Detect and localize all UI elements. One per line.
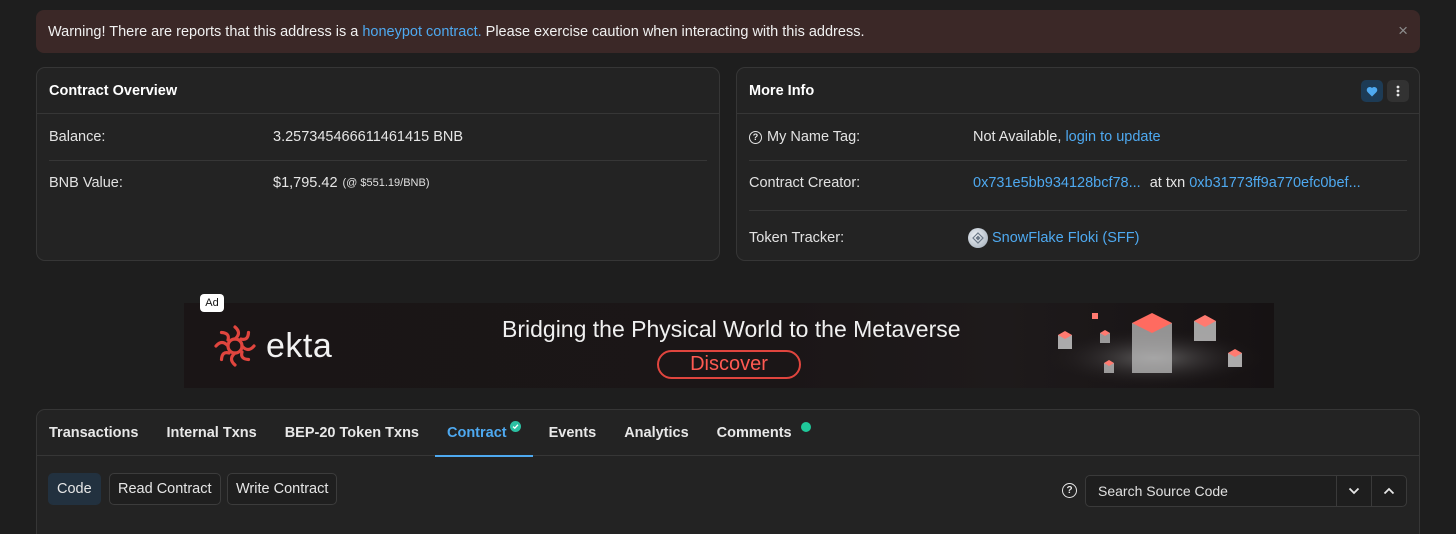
heart-icon — [1366, 86, 1378, 96]
tab-analytics[interactable]: Analytics — [612, 410, 700, 456]
chevron-up-icon — [1383, 487, 1395, 495]
metaverse-cubes-illustration — [1044, 313, 1264, 388]
more-info-card: More Info ? My Name Tag: Not Available, … — [736, 67, 1420, 261]
ad-headline: Bridging the Physical World to the Metav… — [502, 316, 961, 342]
new-comment-dot — [800, 422, 811, 432]
tab-comments[interactable]: Comments — [705, 410, 823, 456]
ekta-logo-icon — [214, 325, 256, 367]
search-previous-button[interactable] — [1371, 476, 1406, 506]
search-source-code — [1085, 475, 1407, 507]
name-tag-label: My Name Tag: — [767, 129, 861, 145]
address-tabs-card: Transactions Internal Txns BEP-20 Token … — [36, 409, 1420, 534]
bnb-value-amount: $1,795.42 — [273, 175, 338, 191]
contract-creator-label: Contract Creator: — [749, 175, 861, 191]
verified-check-icon — [509, 420, 521, 432]
bnb-value-label: BNB Value: — [49, 175, 123, 191]
question-icon[interactable]: ? — [749, 130, 762, 144]
tab-transactions[interactable]: Transactions — [37, 410, 150, 456]
divider — [749, 210, 1407, 211]
token-tracker-value: SnowFlake Floki (SFF) — [968, 228, 1139, 248]
contract-overview-title: Contract Overview — [37, 68, 719, 114]
ad-badge: Ad — [200, 294, 224, 312]
more-info-title: More Info — [737, 68, 1419, 114]
name-tag-label-wrap: ? My Name Tag: — [749, 129, 860, 145]
bnb-rate: (@ $551.19/BNB) — [342, 177, 430, 189]
more-options-button[interactable] — [1387, 80, 1409, 102]
search-help-icon[interactable]: ? — [1062, 483, 1077, 498]
tab-internal-txns[interactable]: Internal Txns — [154, 410, 268, 456]
warning-text: Warning! There are reports that this add… — [48, 23, 865, 40]
search-next-button[interactable] — [1336, 476, 1371, 506]
name-tag-value: Not Available, login to update — [973, 129, 1161, 145]
balance-value: 3.257345466611461415 BNB — [273, 129, 464, 145]
chevron-down-icon — [1348, 487, 1360, 495]
kebab-menu-icon — [1396, 85, 1400, 97]
search-source-code-input[interactable] — [1086, 476, 1336, 506]
favorite-button[interactable] — [1361, 80, 1383, 102]
close-icon[interactable]: × — [1398, 22, 1408, 39]
divider — [49, 160, 707, 161]
token-tracker-link[interactable]: SnowFlake Floki (SFF) — [992, 230, 1139, 246]
tab-contract[interactable]: Contract — [435, 410, 533, 457]
divider — [749, 160, 1407, 161]
honeypot-contract-link[interactable]: honeypot contract. — [362, 24, 481, 40]
discover-button[interactable]: Discover — [657, 350, 801, 379]
token-tracker-label: Token Tracker: — [749, 230, 845, 246]
balance-row: Balance: 3.257345466611461415 BNB — [49, 126, 707, 148]
read-contract-button[interactable]: Read Contract — [109, 473, 221, 505]
creator-txn-link[interactable]: 0xb31773ff9a770efc0bef... — [1189, 175, 1360, 191]
honeypot-warning-banner: Warning! There are reports that this add… — [36, 10, 1420, 53]
ekta-brand-text: ekta — [266, 326, 333, 365]
tab-bar: Transactions Internal Txns BEP-20 Token … — [37, 410, 1419, 457]
creator-address-link[interactable]: 0x731e5bb934128bcf78... — [973, 175, 1141, 191]
contract-creator-row: Contract Creator: 0x731e5bb934128bcf78..… — [749, 172, 1407, 194]
balance-label: Balance: — [49, 129, 106, 145]
ekta-logo: ekta — [212, 323, 332, 369]
name-tag-row: ? My Name Tag: Not Available, login to u… — [749, 126, 1407, 148]
at-txn-text: at txn — [1149, 175, 1186, 191]
contract-overview-card: Contract Overview Balance: 3.25734546661… — [36, 67, 720, 261]
tab-bep20-token-txns[interactable]: BEP-20 Token Txns — [273, 410, 431, 456]
ekta-ad-banner[interactable]: ekta Bridging the Physical World to the … — [184, 303, 1274, 388]
tab-events[interactable]: Events — [537, 410, 609, 456]
token-tracker-row: Token Tracker: SnowFlake Floki (SFF) — [749, 227, 1407, 249]
bnb-value: $1,795.42 (@ $551.19/BNB) — [273, 175, 430, 191]
write-contract-button[interactable]: Write Contract — [227, 473, 338, 505]
contract-creator-value: 0x731e5bb934128bcf78... at txn 0xb31773f… — [973, 175, 1361, 191]
login-to-update-link[interactable]: login to update — [1065, 129, 1160, 145]
bnb-value-row: BNB Value: $1,795.42 (@ $551.19/BNB) — [49, 172, 707, 194]
snowflake-token-icon — [968, 228, 988, 248]
code-button[interactable]: Code — [48, 473, 101, 505]
